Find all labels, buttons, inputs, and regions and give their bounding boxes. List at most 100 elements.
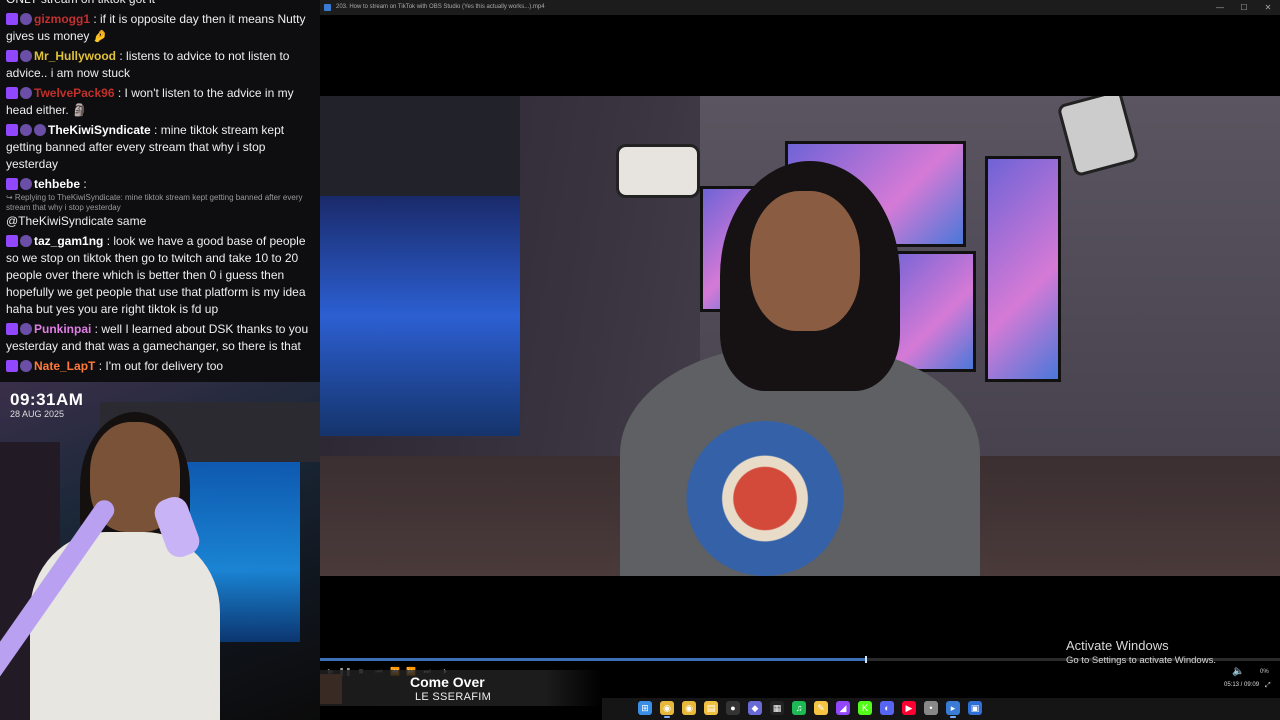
close-button[interactable]: ✕ [1256,0,1280,15]
chat-badge-icon [20,87,32,99]
chat-badge-icon [20,360,32,372]
player-window-title: 203. How to stream on TikTok with OBS St… [336,4,545,10]
chat-separator: : [95,359,106,373]
video-lit-shelf [320,196,520,436]
chat-separator: : [116,49,127,63]
chat-badges [6,178,32,190]
stream-date: 28 AUG 2025 [10,409,65,419]
chat-username[interactable]: Punkinpai [34,322,91,336]
chat-badge-icon [20,235,32,247]
chat-message-list: tehbebe : morningggHe/HimQmanBean : so b… [0,0,320,378]
taskbar: ⊞ ◉ ◉ ▤ ● ◆ ▦ ♫ ✎ ◢ K ◐ ▶ • ▸ ▣ [602,698,1280,720]
seek-progress [320,658,866,661]
volume-percent: 0% [1260,669,1269,675]
video-shelf-top [320,96,520,196]
timecode: 05:13 / 09:09 [1224,682,1260,688]
chat-message: TwelvePack96 : I won't listen to the adv… [0,85,320,119]
chat-username[interactable]: Nate_LapT [34,359,95,373]
discord-icon[interactable]: ◐ [880,701,894,715]
chat-reply-context: ↪ Replying to TheKiwiSyndicate: mine tik… [6,193,303,212]
video-shirt-print [685,421,845,576]
chat-badges [6,124,46,136]
chat-message: tehbebe : ↪ Replying to TheKiwiSyndicate… [0,176,320,230]
maximize-button[interactable]: ☐ [1232,0,1256,15]
player-titlebar[interactable]: 203. How to stream on TikTok with OBS St… [320,0,1280,15]
chat-badges [6,50,32,62]
chat-username[interactable]: taz_gam1ng [34,234,103,248]
app-dot-icon[interactable]: • [924,701,938,715]
stream-clock: 09:31AM [10,390,84,409]
chat-message: Mr_Hullywood : listens to advice to not … [0,48,320,82]
chat-message: TheKiwiSyndicate : mine tiktok stream ke… [0,122,320,173]
chat-username[interactable]: TwelvePack96 [34,86,115,100]
chat-message-text: I'm out for delivery too [105,359,224,373]
now-playing-overlay: Come Over LE SSERAFIM [320,670,602,706]
album-art [320,674,342,704]
chat-message-text: @TheKiwiSyndicate same [6,214,147,228]
stream-deck-icon[interactable]: ▦ [770,701,784,715]
video-frame[interactable] [320,96,1280,576]
chat-separator: : [90,12,101,26]
activate-windows-watermark: Activate Windows Go to Settings to activ… [1066,638,1216,666]
notes-icon[interactable]: ✎ [814,701,828,715]
media-player-icon [324,4,331,11]
chat-message: gizmogg1 : if it is opposite day then it… [0,11,320,45]
chat-message: Punkinpai : well I learned about DSK tha… [0,321,320,355]
chat-username[interactable]: gizmogg1 [34,12,90,26]
video-key-light [616,144,700,198]
seek-handle[interactable] [865,656,868,663]
minimize-button[interactable]: — [1208,0,1232,15]
now-playing-title: Come Over [410,674,485,690]
kick-icon[interactable]: K [858,701,872,715]
chrome-icon[interactable]: ◉ [660,701,674,718]
now-playing-artist: LE SSERAFIM [415,691,492,703]
subscriber-badge-icon [6,13,18,25]
obs-icon[interactable]: ● [726,701,740,715]
activate-windows-title: Activate Windows [1066,638,1169,653]
chrome-profile-icon[interactable]: ◉ [682,701,696,715]
webcam-overlay: 09:31AM 28 AUG 2025 [0,382,320,720]
video-monitor-3 [985,156,1061,382]
chat-username[interactable]: Mr_Hullywood [34,49,116,63]
volume-icon[interactable]: 🔈 [1232,664,1246,680]
subscriber-badge-icon [6,360,18,372]
twitch-icon[interactable]: ◢ [836,701,850,715]
chat-separator: : [80,177,87,191]
chat-badge-icon [20,178,32,190]
spotify-icon[interactable]: ♫ [792,701,806,715]
media-player-icon[interactable]: ▸ [946,701,960,718]
subscriber-badge-icon [6,235,18,247]
chat-badges [6,360,32,372]
subscriber-badge-icon [6,178,18,190]
chat-message: He/HimQmanBean : so basically you want u… [0,0,320,8]
chat-panel[interactable]: tehbebe : morningggHe/HimQmanBean : so b… [0,0,320,382]
chat-badge-icon [20,323,32,335]
chat-username[interactable]: tehbebe [34,177,80,191]
chat-message: Nate_LapT : I'm out for delivery too [0,358,320,375]
subscriber-badge-icon [6,87,18,99]
activate-windows-subtitle: Go to Settings to activate Windows. [1066,655,1216,666]
subscriber-badge-icon [6,124,18,136]
app-icon[interactable]: ◆ [748,701,762,715]
chat-badge-icon [34,124,46,136]
youtube-icon[interactable]: ▶ [902,701,916,715]
chat-message: taz_gam1ng : look we have a good base of… [0,233,320,318]
chat-separator: : [91,322,102,336]
chat-username[interactable]: TheKiwiSyndicate [48,123,151,137]
chat-badges [6,235,32,247]
windows-start-icon[interactable]: ⊞ [638,701,652,715]
subscriber-badge-icon [6,323,18,335]
fullscreen-icon[interactable]: ⤢ [1265,682,1271,690]
chat-badges [6,13,32,25]
chat-separator: : [150,123,161,137]
chat-icon[interactable]: ▣ [968,701,982,715]
chat-badge-icon [20,50,32,62]
chat-badges [6,87,32,99]
chat-separator: : [103,234,114,248]
media-player-window[interactable]: 203. How to stream on TikTok with OBS St… [320,0,1280,698]
chat-badges [6,323,32,335]
video-person-face [750,191,860,331]
chat-message-text: so basically you want us to ONLY stream … [6,0,285,6]
chat-badge-icon [20,13,32,25]
file-explorer-icon[interactable]: ▤ [704,701,718,715]
